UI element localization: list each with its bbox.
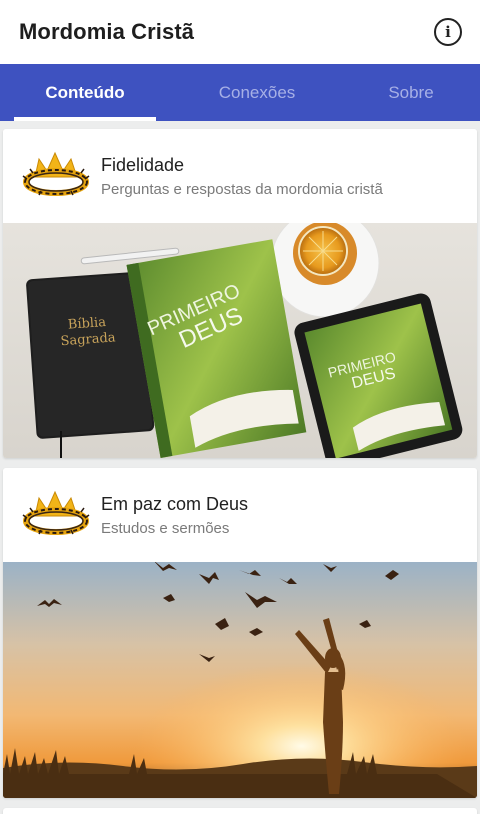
tab-sobre[interactable]: Sobre bbox=[340, 64, 480, 121]
app-title: Mordomia Cristã bbox=[19, 19, 195, 44]
app-bar: Mordomia Cristã i bbox=[0, 0, 480, 64]
card-title: Fidelidade bbox=[101, 155, 185, 175]
card-image-books: Bíblia Sagrada PRIMEIRO DEUS PRIMEIRO DE… bbox=[3, 223, 477, 458]
crown-logo-icon bbox=[22, 490, 90, 535]
card-subtitle: Estudos e sermões bbox=[101, 520, 230, 537]
bible-title-line1: Bíblia bbox=[67, 315, 106, 333]
tab-conteudo[interactable]: Conteúdo bbox=[14, 64, 156, 121]
card-image-sunset bbox=[3, 562, 477, 798]
sunset-illustration bbox=[3, 562, 477, 798]
card-title: Em paz com Deus bbox=[101, 494, 249, 514]
card-header: Em paz com Deus Estudos e sermões bbox=[3, 468, 477, 562]
tab-indicator bbox=[14, 117, 156, 121]
tab-bar: Conteúdo Conexões Sobre bbox=[0, 64, 480, 121]
info-glyph: i bbox=[445, 22, 451, 41]
card-header: Fidelidade Perguntas e respostas da mord… bbox=[3, 129, 477, 223]
tab-conexoes[interactable]: Conexões bbox=[186, 64, 328, 121]
crown-logo-icon bbox=[22, 151, 90, 196]
content-card-fidelidade[interactable]: Fidelidade Perguntas e respostas da mord… bbox=[3, 129, 477, 458]
card-subtitle: Perguntas e respostas da mordomia cristã bbox=[101, 181, 383, 198]
content-card-partial[interactable] bbox=[3, 808, 477, 814]
info-icon[interactable]: i bbox=[434, 18, 462, 46]
content-card-em-paz[interactable]: Em paz com Deus Estudos e sermões bbox=[3, 468, 477, 798]
books-illustration: Bíblia Sagrada PRIMEIRO DEUS PRIMEIRO DE… bbox=[3, 223, 477, 458]
